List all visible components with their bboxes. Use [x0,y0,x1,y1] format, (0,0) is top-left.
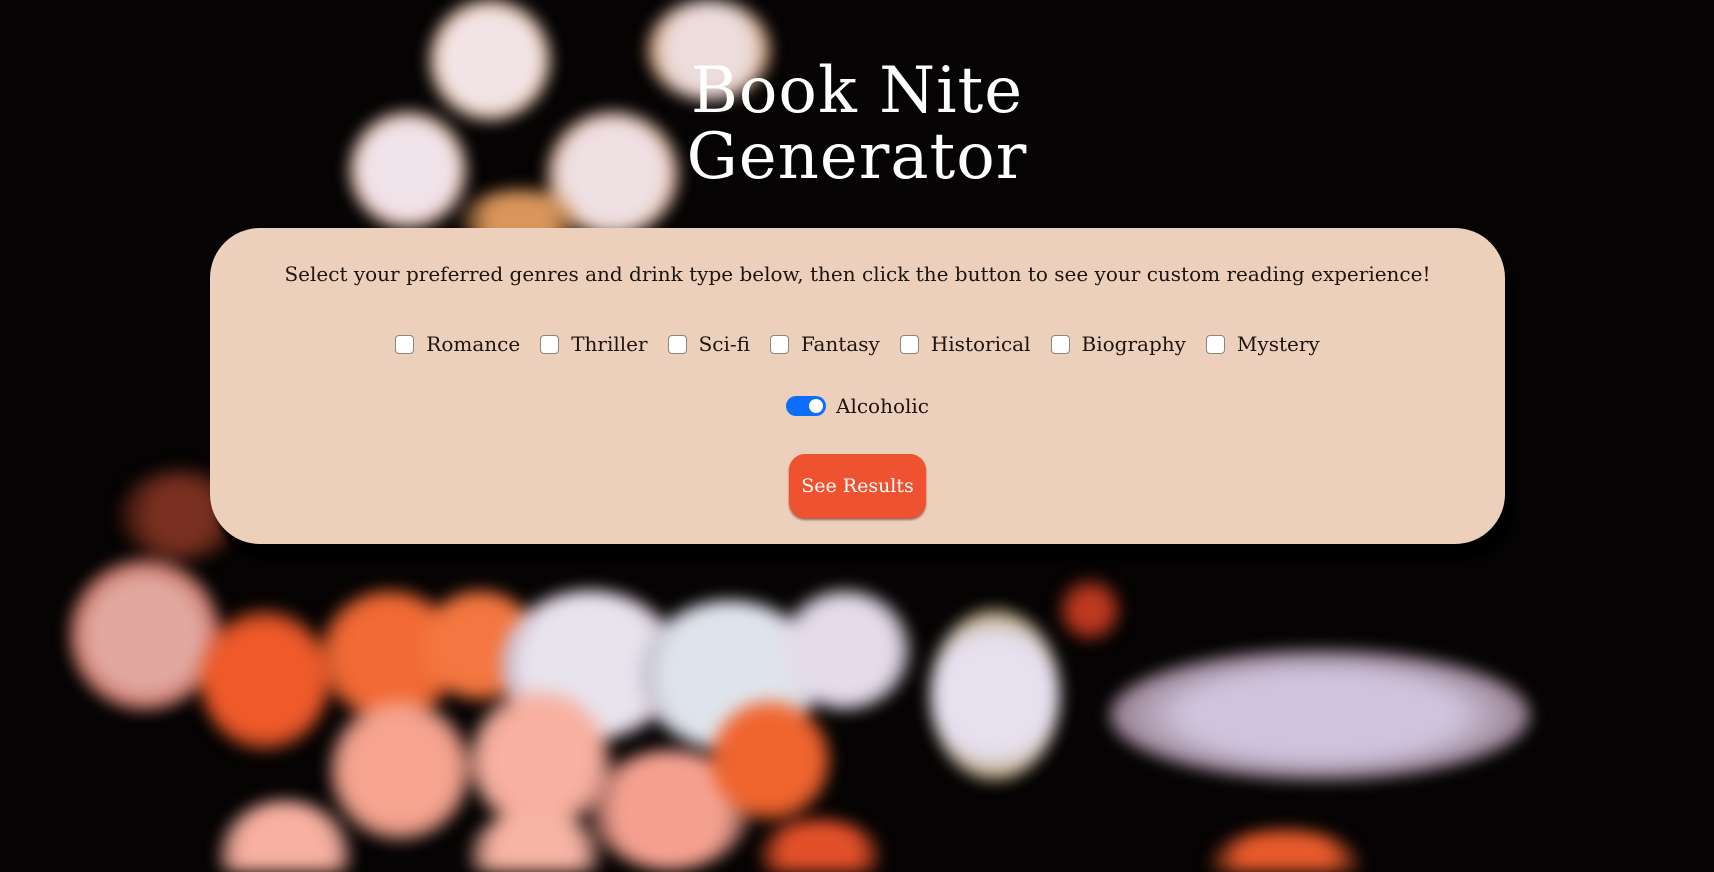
drink-type-row: Alcoholic [210,394,1505,418]
see-results-button[interactable]: See Results [789,454,926,518]
genre-checkbox-romance[interactable] [395,334,415,354]
genre-label-biography: Biography [1081,332,1186,356]
genre-checkbox-fantasy[interactable] [769,334,789,354]
toggle-knob [809,399,823,413]
genre-label-thriller: Thriller [571,332,648,356]
genre-option-fantasy[interactable]: Fantasy [769,332,880,356]
genre-label-mystery: Mystery [1236,332,1320,356]
genre-checkbox-sci-fi[interactable] [667,334,687,354]
genre-checkbox-historical[interactable] [899,334,919,354]
selection-card: Select your preferred genres and drink t… [210,228,1505,544]
genre-option-mystery[interactable]: Mystery [1205,332,1320,356]
page-title-line-2: Generator [686,120,1028,194]
genre-checkbox-biography[interactable] [1050,334,1070,354]
genre-label-fantasy: Fantasy [800,332,880,356]
genre-checkbox-mystery[interactable] [1205,334,1225,354]
instructions-text: Select your preferred genres and drink t… [284,262,1431,286]
genre-checkbox-thriller[interactable] [540,334,560,354]
genre-option-romance[interactable]: Romance [395,332,520,356]
alcoholic-toggle-switch[interactable] [786,396,826,416]
genre-checkbox-group: Romance Thriller Sci-fi Fantasy Historic… [210,332,1505,356]
genre-label-romance: Romance [426,332,521,356]
genre-option-sci-fi[interactable]: Sci-fi [667,332,750,356]
alcoholic-toggle-label: Alcoholic [836,394,929,418]
page-title-line-1: Book Nite [690,54,1024,128]
genre-option-biography[interactable]: Biography [1050,332,1186,356]
genre-option-historical[interactable]: Historical [899,332,1031,356]
genre-option-thriller[interactable]: Thriller [540,332,648,356]
genre-label-sci-fi: Sci-fi [698,332,750,356]
genre-label-historical: Historical [930,332,1031,356]
page-title: Book Nite Generator [0,58,1714,190]
